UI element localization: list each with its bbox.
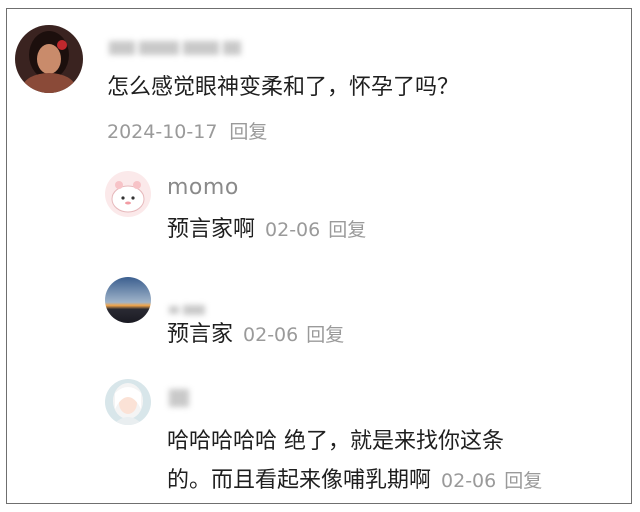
reply-date: 02-06 <box>243 324 299 346</box>
comment-date: 2024-10-17 <box>107 121 218 143</box>
reply-text: 预言家 02-06 回复 <box>167 320 344 350</box>
username-hidden <box>169 387 193 407</box>
reply-button[interactable]: 回复 <box>328 219 366 241</box>
reply-date: 02-06 <box>265 219 321 241</box>
comment-thread: 怎么感觉眼神变柔和了，怀孕了吗？ 2024-10-17 回复 momo 预言家啊 0… <box>6 8 632 504</box>
reply-button[interactable]: 回复 <box>306 324 344 346</box>
reply-username[interactable]: momo <box>167 175 239 200</box>
reply-text-body: 的。而且看起来像哺乳期啊 <box>167 468 432 493</box>
reply-text: 预言家啊 02-06 回复 <box>167 215 366 245</box>
reply-button[interactable]: 回复 <box>229 121 267 143</box>
user-avatar-icon <box>15 25 83 93</box>
reply-text-line-1: 哈哈哈哈哈 绝了，就是来找你这条 <box>167 429 504 454</box>
comment-meta: 2024-10-17 回复 <box>107 117 267 144</box>
reply-text-line-2: 的。而且看起来像哺乳期啊 02-06 回复 <box>167 466 542 496</box>
username-hidden <box>169 299 209 318</box>
avatar[interactable] <box>105 379 151 425</box>
sunset-avatar-icon <box>105 277 151 323</box>
cartoon-avatar-icon <box>105 171 151 217</box>
avatar[interactable] <box>105 171 151 217</box>
reply-date: 02-06 <box>441 470 497 492</box>
anime-girl-avatar-icon <box>105 379 151 425</box>
reply-button[interactable]: 回复 <box>504 470 542 492</box>
username-hidden <box>109 37 245 56</box>
reply-text-body: 预言家啊 <box>167 217 256 242</box>
avatar[interactable] <box>15 25 83 93</box>
reply-text-body: 预言家 <box>167 322 234 347</box>
comment-text: 怎么感觉眼神变柔和了，怀孕了吗？ <box>107 75 460 100</box>
avatar[interactable] <box>105 277 151 323</box>
